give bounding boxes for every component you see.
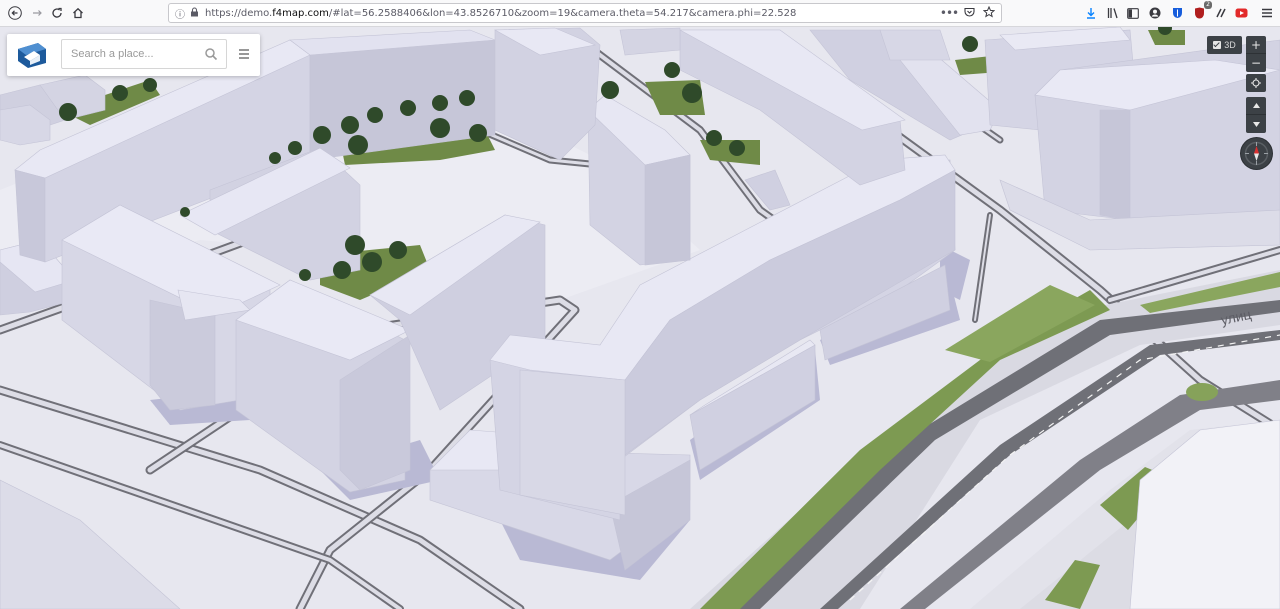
- library-button[interactable]: [1104, 4, 1122, 22]
- search-panel: [7, 34, 260, 76]
- ublock-shield-icon: [1194, 7, 1204, 19]
- map-scene: улиц: [0, 27, 1280, 609]
- back-arrow-icon: [8, 6, 22, 20]
- locate-button[interactable]: [1246, 74, 1266, 92]
- checkbox-icon: [1213, 41, 1222, 49]
- compass-icon: [1244, 141, 1269, 166]
- url-text: https://demo.f4map.com/#lat=56.2588406&l…: [205, 7, 797, 19]
- tilt-up-button[interactable]: [1246, 97, 1266, 115]
- forward-button[interactable]: [26, 3, 48, 23]
- caret-up-icon: [1252, 103, 1260, 108]
- extension-youtube-button[interactable]: [1232, 4, 1250, 22]
- youtube-icon: [1235, 8, 1247, 18]
- reload-icon: [52, 7, 62, 18]
- search-box: [61, 39, 227, 69]
- zoom-controls: + −: [1246, 36, 1266, 72]
- account-button[interactable]: [1146, 4, 1164, 22]
- hamburger-menu-icon: [1262, 8, 1272, 18]
- locate-control: [1246, 74, 1266, 92]
- extension-linked-button[interactable]: [1212, 4, 1230, 22]
- lock-icon[interactable]: [187, 6, 201, 20]
- map-canvas[interactable]: улиц: [0, 27, 1280, 609]
- reload-button[interactable]: [46, 3, 68, 23]
- f4map-logo-icon[interactable]: [16, 41, 48, 69]
- shield-extension-icon: [1172, 8, 1182, 18]
- zoom-in-button[interactable]: +: [1246, 36, 1266, 54]
- bookmark-star-icon[interactable]: [979, 5, 999, 21]
- tilt-down-button[interactable]: [1246, 115, 1266, 133]
- forward-arrow-icon: [33, 10, 42, 16]
- view-3d-toggle[interactable]: 3D: [1207, 36, 1242, 54]
- site-info-icon[interactable]: ⓘ: [173, 6, 187, 21]
- pocket-icon[interactable]: [959, 7, 979, 20]
- home-button[interactable]: [67, 3, 89, 23]
- home-icon: [73, 7, 83, 19]
- extension-badge: 2: [1204, 1, 1212, 9]
- caret-down-icon: [1252, 121, 1260, 127]
- sidebar-button[interactable]: [1124, 4, 1142, 22]
- compass-button[interactable]: [1241, 138, 1272, 169]
- search-icon[interactable]: [204, 47, 218, 61]
- sidebar-icon: [1127, 7, 1139, 19]
- tilt-controls: [1246, 97, 1266, 133]
- extension-linked-icon: [1216, 8, 1226, 18]
- back-button[interactable]: [4, 3, 26, 23]
- browser-menu-button[interactable]: [1258, 4, 1276, 22]
- more-icon[interactable]: •••: [939, 6, 959, 20]
- view-3d-label: 3D: [1224, 40, 1236, 50]
- url-bar[interactable]: ⓘ https://demo.f4map.com/#lat=56.2588406…: [168, 3, 1002, 23]
- extension-ublock-button[interactable]: 2: [1190, 1, 1212, 22]
- account-icon: [1149, 7, 1161, 19]
- download-icon: [1087, 8, 1095, 19]
- search-input[interactable]: [62, 40, 202, 68]
- crosshair-icon: [1251, 78, 1261, 88]
- menu-icon[interactable]: [238, 48, 250, 60]
- library-icon: [1107, 8, 1118, 19]
- browser-toolbar: ⓘ https://demo.f4map.com/#lat=56.2588406…: [0, 0, 1280, 27]
- zoom-out-button[interactable]: −: [1246, 54, 1266, 72]
- download-button[interactable]: [1082, 4, 1100, 22]
- extension-bitwarden-button[interactable]: [1168, 4, 1186, 22]
